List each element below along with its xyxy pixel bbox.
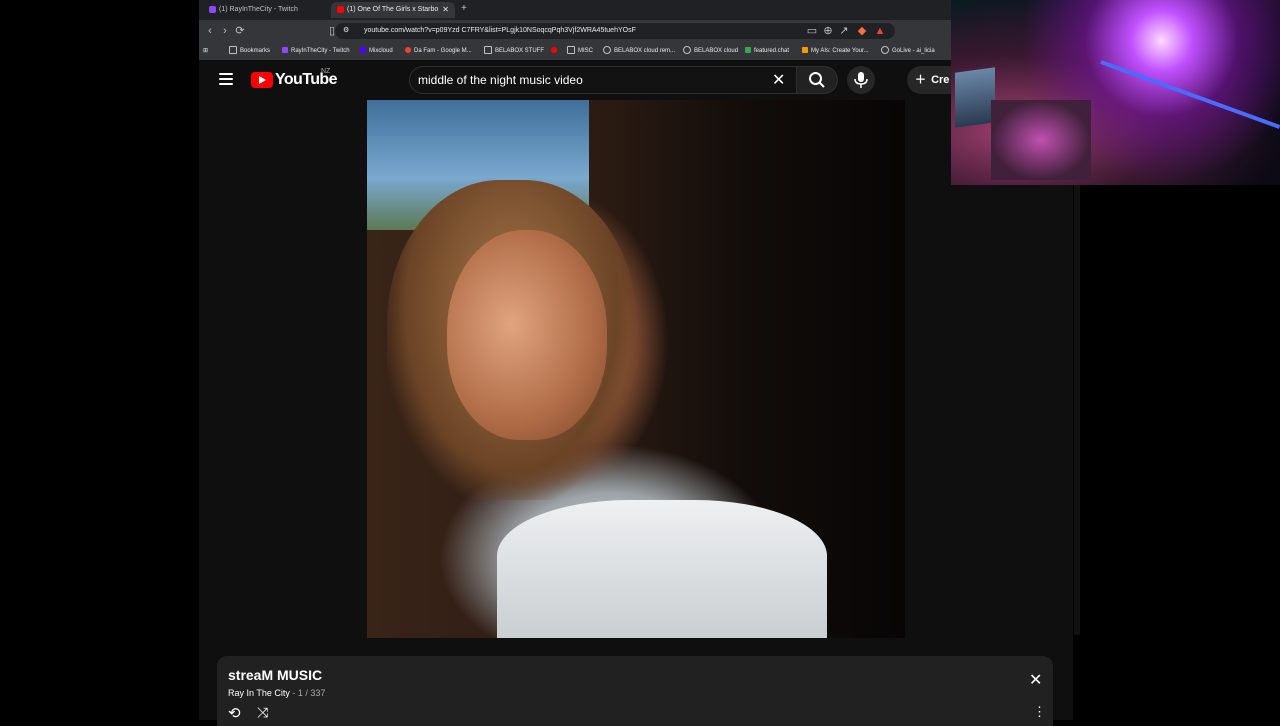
- cast-icon[interactable]: ▭: [805, 24, 819, 38]
- playlist-meta: Ray In The City - 1 / 337: [228, 688, 325, 698]
- led-strip: [1100, 60, 1280, 129]
- mixcloud-icon: [360, 47, 366, 54]
- playlist-panel: streaM MUSIC Ray In The City - 1 / 337 ✕…: [217, 656, 1053, 726]
- bookmark-item[interactable]: RayInTheCity - Twitch: [282, 44, 350, 58]
- youtube-header: YouTube NZ middle of the night music vid…: [199, 60, 967, 100]
- globe-icon: [603, 46, 611, 55]
- create-label: Cre: [931, 74, 950, 86]
- folder-icon: [484, 46, 492, 55]
- playlist-owner[interactable]: Ray In The City: [228, 688, 290, 698]
- webcam-overlay: [951, 0, 1280, 185]
- shuffle-icon[interactable]: ⤨: [257, 704, 268, 721]
- share-icon[interactable]: ↗: [837, 24, 851, 38]
- browser-window: (1) RayInTheCity - Twitch (1) One Of The…: [199, 0, 951, 60]
- bookmark-item[interactable]: Mixcloud: [360, 44, 393, 58]
- video-frame-face: [447, 230, 607, 440]
- folder-icon: [567, 46, 575, 55]
- tab-label: (1) RayInTheCity - Twitch: [219, 6, 298, 13]
- plus-icon: +: [461, 3, 467, 14]
- bookmark-item[interactable]: BELABOX cloud rem...: [603, 44, 675, 58]
- playlist-position: - 1 / 337: [292, 688, 326, 698]
- bookmarks-bar: ⊞ Bookmarks RayInTheCity - Twitch Mixclo…: [199, 42, 951, 60]
- studio-monitor: [955, 67, 995, 128]
- navigation-bar: ‹ › ⟳ ▯ ⚙ youtube.com/watch?v=p09Yzd C7F…: [199, 20, 951, 42]
- folder-icon: [229, 46, 237, 55]
- studio-desk: [991, 100, 1091, 180]
- zoom-icon[interactable]: ⊕: [821, 24, 835, 38]
- twitch-icon: [209, 5, 216, 13]
- new-tab-button[interactable]: +: [461, 3, 467, 14]
- close-tab-icon[interactable]: ✕: [442, 2, 449, 18]
- url-text: youtube.com/watch?v=p09Yzd C7FRY&list=PL…: [364, 27, 636, 34]
- bookmark-item[interactable]: [551, 44, 560, 58]
- twitch-icon: [282, 47, 288, 54]
- ai-icon: [802, 47, 808, 54]
- tab-twitch[interactable]: (1) RayInTheCity - Twitch: [203, 2, 327, 18]
- loop-icon[interactable]: ⟲: [228, 704, 241, 722]
- search-icon: [809, 72, 825, 88]
- globe-icon: [881, 46, 889, 55]
- youtube-logo-icon[interactable]: [251, 72, 273, 88]
- bookmark-item[interactable]: featured.chat: [745, 44, 789, 58]
- rewards-icon[interactable]: ▲: [873, 24, 887, 38]
- bookmark-item[interactable]: BELABOX STUFF: [484, 44, 544, 58]
- back-button[interactable]: ‹: [203, 24, 217, 38]
- globe-icon: [683, 46, 691, 55]
- site-settings-icon[interactable]: ⚙: [343, 23, 349, 39]
- more-options-icon[interactable]: ⋮: [1033, 704, 1046, 720]
- scrollbar[interactable]: [1074, 185, 1080, 635]
- playlist-title[interactable]: streaM MUSIC: [228, 667, 322, 683]
- search-input[interactable]: middle of the night music video: [418, 73, 583, 87]
- bookmark-item[interactable]: Bookmarks: [229, 44, 270, 58]
- tab-strip: (1) RayInTheCity - Twitch (1) One Of The…: [199, 0, 951, 20]
- search-box[interactable]: middle of the night music video ✕: [409, 66, 797, 94]
- microphone-icon: [854, 72, 868, 88]
- tab-youtube[interactable]: (1) One Of The Girls x Starbo ✕: [331, 2, 455, 18]
- brave-shield-icon[interactable]: ◆: [855, 24, 869, 38]
- search-button[interactable]: [796, 66, 838, 94]
- tab-label: (1) One Of The Girls x Starbo: [347, 6, 439, 13]
- youtube-icon: [551, 47, 557, 54]
- bookmark-item[interactable]: GoLive - ai_licia: [881, 44, 935, 58]
- close-icon[interactable]: ✕: [1029, 670, 1042, 690]
- video-frame-clothing: [497, 500, 827, 638]
- menu-icon[interactable]: [219, 73, 233, 85]
- clear-search-icon[interactable]: ✕: [772, 70, 785, 90]
- bookmark-item[interactable]: Da Fam - Google M...: [405, 44, 472, 58]
- reload-button[interactable]: ⟳: [233, 24, 247, 38]
- youtube-page: YouTube NZ middle of the night music vid…: [199, 60, 1073, 726]
- forward-button[interactable]: ›: [218, 24, 232, 38]
- bookmark-item[interactable]: MISC: [567, 44, 593, 58]
- video-player[interactable]: [367, 100, 905, 638]
- maps-pin-icon: [405, 47, 411, 54]
- youtube-icon: [337, 5, 344, 13]
- bookmark-item[interactable]: BELABOX cloud: [683, 44, 738, 58]
- country-code: NZ: [321, 68, 331, 75]
- bookmark-item[interactable]: My AIs: Create Your...: [802, 44, 869, 58]
- apps-icon[interactable]: ⊞: [203, 44, 208, 58]
- voice-search-button[interactable]: [847, 66, 875, 94]
- plus-icon: ＋: [915, 74, 926, 86]
- chat-icon: [745, 47, 751, 54]
